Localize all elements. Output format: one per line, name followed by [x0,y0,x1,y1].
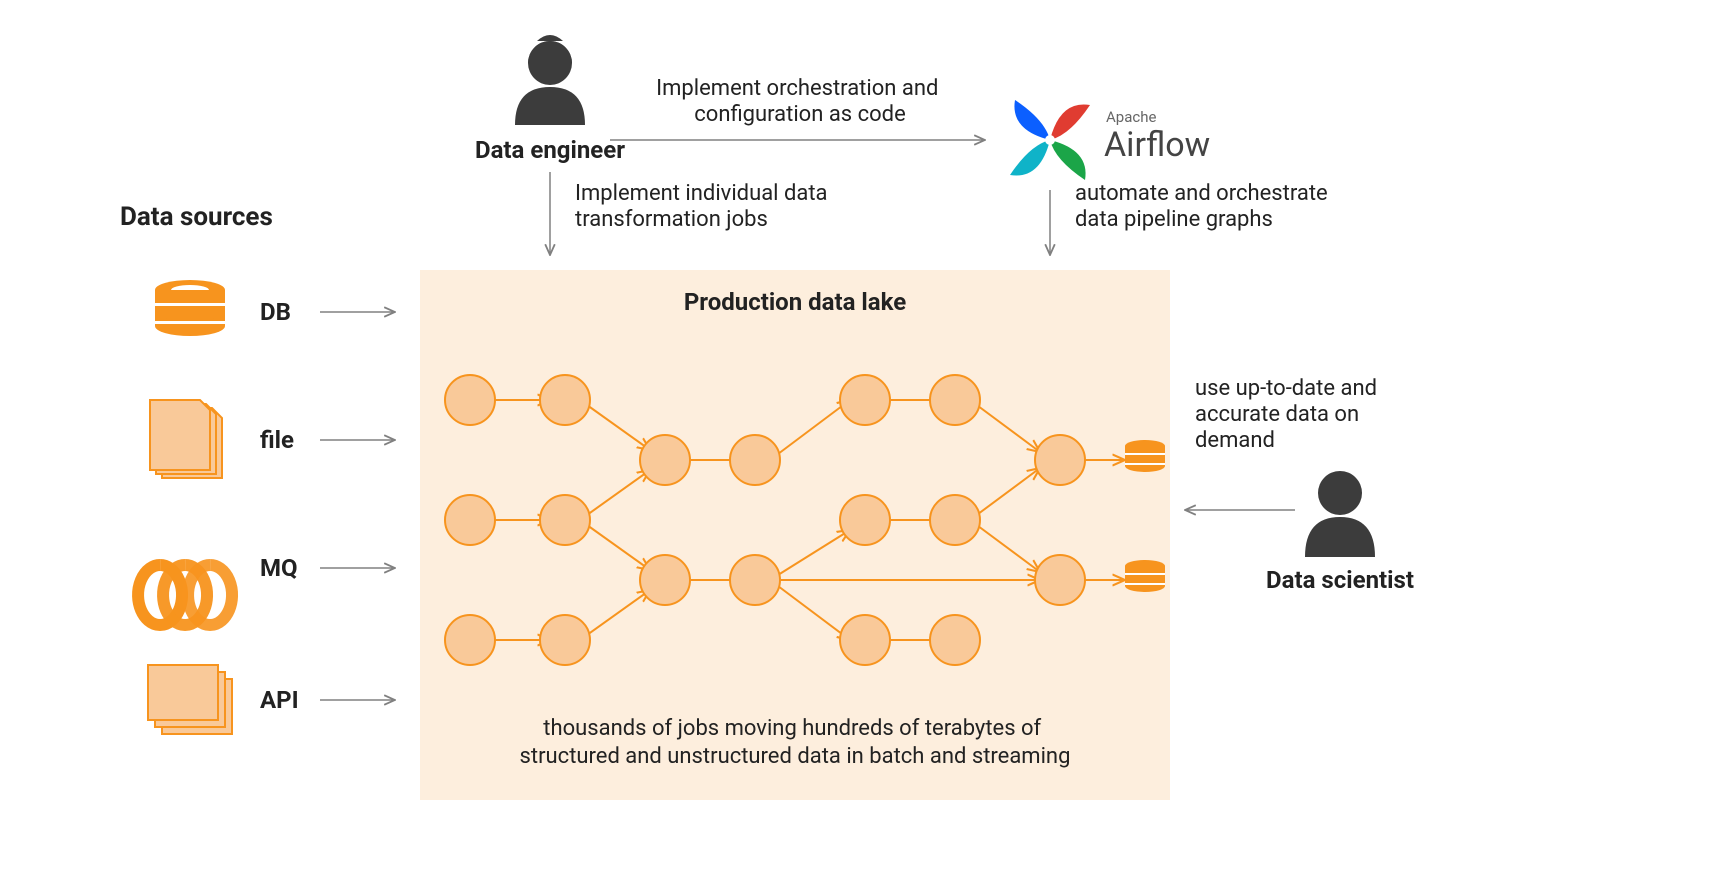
db-icon [155,280,225,336]
airflow-logo-icon [1010,100,1090,180]
scientist-icon [1305,471,1375,557]
source-api-label: API [260,686,299,714]
scientist-label: Data scientist [1266,566,1414,594]
output-db-icon-1 [1125,440,1165,472]
file-icon [150,400,222,478]
source-mq-label: MQ [260,554,298,582]
source-file-label: file [260,426,294,454]
airflow-to-lake-label: automate and orchestrate data pipeline g… [1075,181,1333,232]
api-icon [148,665,232,734]
source-db-label: DB [260,298,291,326]
mq-icon [138,565,232,625]
data-sources-title: Data sources [120,202,273,232]
lake-title: Production data lake [684,288,906,316]
engineer-label: Data engineer [475,136,625,164]
output-db-icon-2 [1125,560,1165,592]
engineer-icon [515,35,585,125]
airflow-brand-top: Apache [1106,108,1156,126]
engineer-to-lake-label: Implement individual data transformation… [575,181,833,232]
scientist-caption: use up-to-date and accurate data on dema… [1195,376,1382,453]
engineer-to-airflow-label: Implement orchestration and configuratio… [656,76,944,127]
airflow-brand-main: Airflow [1104,125,1210,165]
